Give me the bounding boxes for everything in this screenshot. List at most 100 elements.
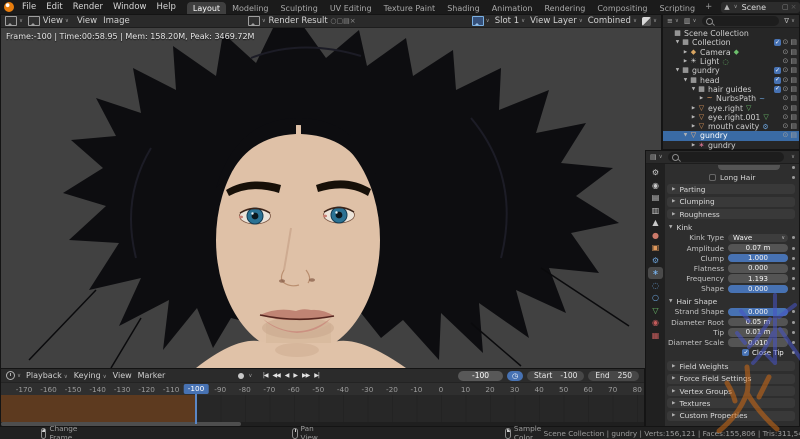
menu-item[interactable]: View∨ <box>110 371 135 380</box>
menu-item[interactable]: Render <box>68 2 108 12</box>
outliner-row[interactable]: ▼ ▽ gundry ⊙ ▤ <box>663 131 799 140</box>
outliner-row[interactable]: ▶ ▽ eye.right ▽ ⊙ ▤ <box>663 103 799 112</box>
search-input[interactable] <box>682 152 780 163</box>
open-image-button[interactable]: ▤ <box>343 17 350 25</box>
disable-in-render-icon[interactable]: ▤ <box>790 131 797 140</box>
disclosure-arrow-icon[interactable]: ▶ <box>690 143 697 148</box>
panel-header[interactable]: ▶Roughness <box>667 209 795 219</box>
hide-in-viewport-icon[interactable]: ⊙ <box>783 38 789 47</box>
disable-in-render-icon[interactable]: ▤ <box>790 76 797 85</box>
add-workspace-button[interactable]: + <box>701 2 716 12</box>
editor-type-button[interactable]: ∨ <box>6 371 21 380</box>
menu-item[interactable]: Image <box>100 16 133 26</box>
mode-selector[interactable]: View∨ <box>28 16 69 26</box>
disable-in-render-icon[interactable]: ▤ <box>790 38 797 47</box>
new-scene-button[interactable]: ▢ <box>782 3 789 11</box>
workspace-tab[interactable]: Animation <box>486 2 539 14</box>
timeline-scrollbar[interactable] <box>1 422 644 426</box>
property-field[interactable]: 0.000 ∨ <box>728 285 788 294</box>
disclosure-arrow-icon[interactable]: ▼ <box>674 68 681 73</box>
image-editor-canvas[interactable]: Frame:-100 | Time:00:58.95 | Mem: 158.20… <box>1 28 661 368</box>
outliner-search[interactable] <box>702 16 780 26</box>
transport-button[interactable]: ▶▶ <box>299 372 311 379</box>
menu-item[interactable]: Marker∨ <box>135 371 169 380</box>
selectable-checkbox[interactable] <box>774 39 781 46</box>
outliner-row[interactable]: ▦ Scene Collection ⊙ ▤ <box>663 29 799 38</box>
outliner-row[interactable]: ▶ ☀ Light ◌ ⊙ ▤ <box>663 57 799 66</box>
display-mode-button[interactable]: ≡∨ <box>667 17 679 25</box>
animate-dot[interactable] <box>792 277 795 280</box>
transport-button[interactable]: ▶| <box>312 372 322 379</box>
properties-tab[interactable]: ◌ <box>648 280 663 292</box>
hair-shape-section-header[interactable]: ▼Hair Shape <box>667 296 795 306</box>
property-field[interactable]: Wave ∨ <box>728 234 788 243</box>
properties-tab[interactable]: ◉ <box>648 180 663 192</box>
outliner-row[interactable]: ▶ ▽ eye.right.001 ▽ ⊙ ▤ <box>663 113 799 122</box>
property-field[interactable]: 0.010 ∨ <box>728 338 788 347</box>
disclosure-arrow-icon[interactable]: ▼ <box>690 87 697 92</box>
menu-item[interactable]: Window <box>108 2 152 12</box>
panel-header[interactable]: ▶Clumping <box>667 197 795 207</box>
transport-button[interactable]: ◀◀ <box>270 372 282 379</box>
outliner-row[interactable]: ▶ ▽ mouth cavity ⚙ ⊙ ▤ <box>663 122 799 131</box>
properties-tab[interactable]: ∗ <box>648 267 663 279</box>
animate-dot[interactable] <box>792 341 795 344</box>
current-frame-badge[interactable]: -100 <box>184 384 209 394</box>
selectable-checkbox[interactable] <box>774 77 781 84</box>
disclosure-arrow-icon[interactable]: ▼ <box>674 40 681 45</box>
properties-tab[interactable]: ○ <box>648 292 663 304</box>
property-field[interactable]: 1.193 ∨ <box>728 274 788 283</box>
kink-section-header[interactable]: ▼Kink <box>667 222 795 232</box>
transport-button[interactable]: ▶ <box>291 372 300 379</box>
hide-in-viewport-icon[interactable]: ⊙ <box>783 85 789 94</box>
outliner-row[interactable]: ▶ ◆ Camera ◆ ⊙ ▤ <box>663 48 799 57</box>
pass-selector[interactable]: Combined∨ <box>588 16 637 26</box>
disable-in-render-icon[interactable]: ▤ <box>790 57 797 66</box>
current-frame-field[interactable]: -100 <box>458 371 503 381</box>
panel-header[interactable]: ▶Force Field Settings <box>667 374 795 384</box>
clipped-field[interactable] <box>718 165 780 170</box>
hide-in-viewport-icon[interactable]: ⊙ <box>783 76 789 85</box>
menu-item[interactable]: Edit <box>41 2 67 12</box>
preset-checkbox[interactable] <box>709 174 716 181</box>
animate-dot[interactable] <box>792 247 795 250</box>
disclosure-arrow-icon[interactable]: ▶ <box>690 106 697 111</box>
panel-header[interactable]: ▶Field Weights <box>667 361 795 371</box>
panel-header[interactable]: ▶Parting <box>667 184 795 194</box>
disable-in-render-icon[interactable]: ▤ <box>790 113 797 122</box>
disable-in-render-icon[interactable]: ▤ <box>790 94 797 103</box>
menu-item[interactable]: Playback∨ <box>23 371 71 380</box>
editor-type-button[interactable]: ∨ <box>5 16 23 26</box>
chevron-down-icon[interactable]: ∨ <box>791 154 795 160</box>
search-input[interactable] <box>716 16 776 27</box>
hide-in-viewport-icon[interactable]: ⊙ <box>783 104 789 113</box>
disable-in-render-icon[interactable]: ▤ <box>790 104 797 113</box>
property-field[interactable]: Close Tip ∨ <box>728 348 788 357</box>
disclosure-arrow-icon[interactable]: ▼ <box>682 78 689 83</box>
panel-header[interactable]: ▶Custom Properties <box>667 411 795 421</box>
workspace-tab[interactable]: Modeling <box>226 2 274 14</box>
disclosure-arrow-icon[interactable]: ▶ <box>682 50 689 55</box>
disable-in-render-icon[interactable]: ▤ <box>790 66 797 75</box>
hide-in-viewport-icon[interactable]: ⊙ <box>783 57 789 66</box>
hide-in-viewport-icon[interactable]: ⊙ <box>783 122 789 131</box>
start-frame-field[interactable]: Start-100 <box>527 371 584 381</box>
panel-header[interactable]: ▶Textures <box>667 398 795 408</box>
properties-tab[interactable]: ▥ <box>648 205 663 217</box>
outliner-row[interactable]: ▼ ▦ head ⊙ ▤ <box>663 75 799 84</box>
property-field[interactable]: 0.05 m ∨ <box>728 318 788 327</box>
property-field[interactable]: 0.07 m ∨ <box>728 244 788 253</box>
properties-tab[interactable]: ▤ <box>648 192 663 204</box>
display-channels-selector[interactable]: ∨ <box>642 17 657 26</box>
disable-in-render-icon[interactable]: ▤ <box>790 48 797 57</box>
animate-dot[interactable] <box>792 321 795 324</box>
transport-button[interactable]: |◀ <box>260 372 270 379</box>
property-field[interactable]: 0.01 m ∨ <box>728 328 788 337</box>
unlink-scene-button[interactable]: × <box>791 3 797 11</box>
disclosure-arrow-icon[interactable]: ▶ <box>690 115 697 120</box>
filter-button[interactable]: ∇∨ <box>784 17 795 25</box>
properties-search[interactable] <box>668 152 784 162</box>
properties-tab[interactable]: ● <box>648 230 663 242</box>
scene-selector[interactable]: ▲∨ Scene ▢ × <box>721 2 799 13</box>
animate-dot[interactable] <box>792 236 795 239</box>
